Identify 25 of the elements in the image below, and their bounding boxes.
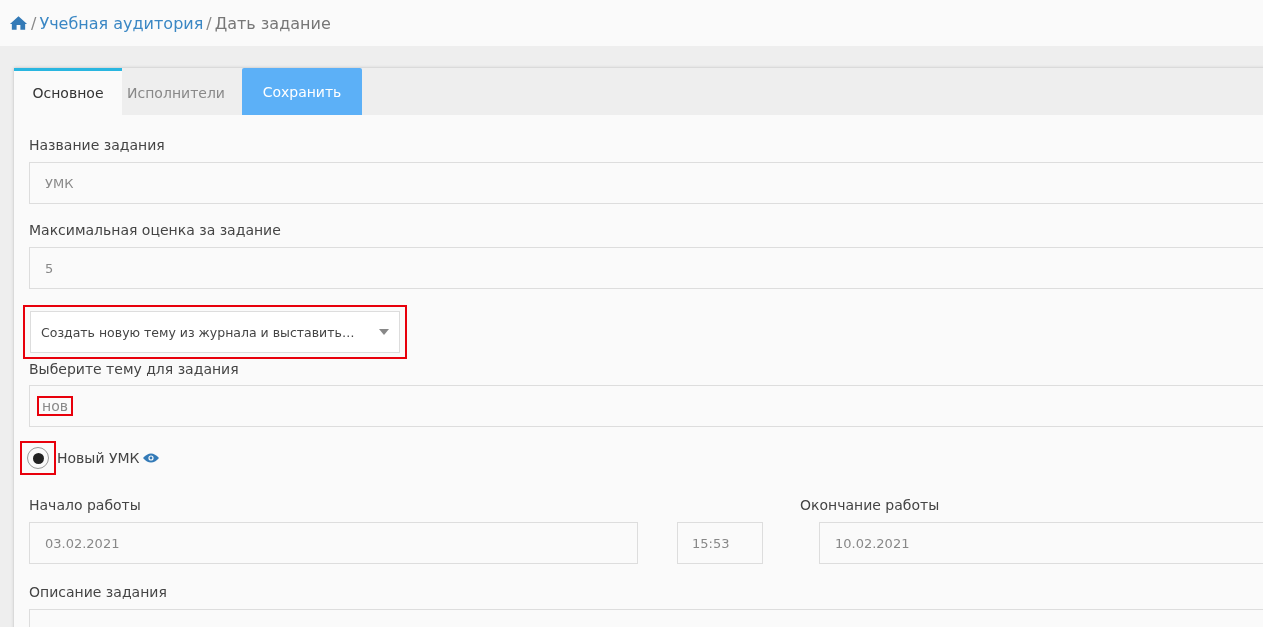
field-label: Начало работы [29,497,142,513]
home-icon[interactable] [9,15,28,31]
dropdown[interactable]: Создать новую тему из журнала и выставить… [30,311,400,353]
input-field[interactable]: нов [29,385,1263,427]
field-label: Окончание работы [800,497,941,513]
breadcrumb-separator: / [31,13,37,33]
time-field[interactable]: 15:53 [677,522,763,564]
field-label: Максимальная оценка за задание [29,222,282,238]
input-field[interactable]: УМК [29,162,1263,204]
date-field[interactable]: 03.02.2021 [29,522,638,564]
breadcrumb-current: Дать задание [214,13,331,33]
input-field[interactable]: 5 [29,247,1263,289]
typed-text: нов [37,396,73,416]
field-label: Название задания [29,137,166,153]
breadcrumb-link[interactable]: Учебная аудитория [39,13,204,33]
date-field[interactable]: 10.02.2021 [819,522,1263,564]
field-label: Выберите тему для задания [29,361,240,377]
eye-icon[interactable] [142,453,159,463]
tab[interactable]: Исполнители [122,68,230,115]
tab[interactable]: Основное [14,68,122,115]
caret-icon [379,329,389,335]
field-label: Описание задания [29,584,168,600]
breadcrumb-separator: / [206,13,212,33]
radio-label: Новый УМК [57,450,140,466]
save-button[interactable]: Сохранить [242,68,362,115]
